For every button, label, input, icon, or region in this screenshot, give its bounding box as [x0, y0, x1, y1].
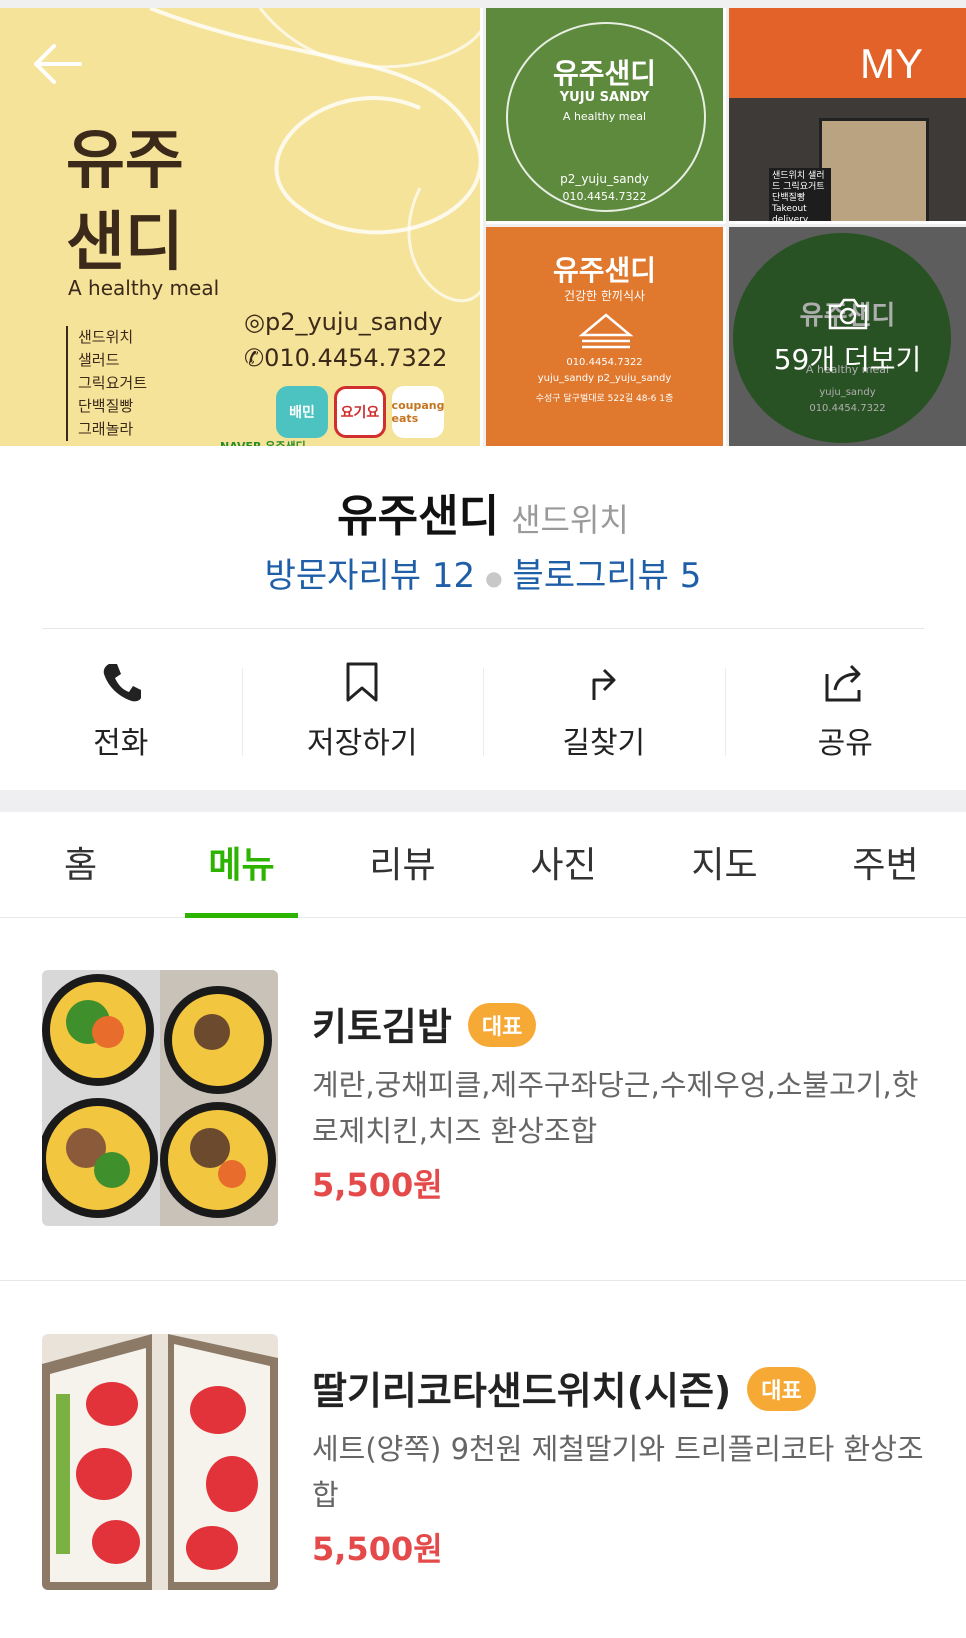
- menu-item-photo: [42, 1334, 278, 1590]
- main-photo-instagram: ◎p2_yuju_sandy: [244, 308, 443, 336]
- tile-subtitle: 건강한 한끼식사: [563, 289, 646, 303]
- menu-item-photo: [42, 970, 278, 1226]
- gallery-photo-storefront[interactable]: 샌드위치 샐러드 그릭요거트 단백질빵 Takeout delivery: [729, 8, 966, 224]
- menu-divider: [0, 1280, 966, 1281]
- share-button[interactable]: 공유: [724, 648, 966, 768]
- tab-review[interactable]: 리뷰: [322, 812, 483, 917]
- review-summary: 방문자리뷰 12 ● 블로그리뷰 5: [0, 548, 966, 597]
- call-label: 전화: [93, 726, 149, 761]
- yogiyo-icon: 요기요: [334, 386, 386, 438]
- phone-icon: [103, 664, 141, 702]
- storefront-awning: [729, 8, 966, 98]
- more-photos-button[interactable]: 59개 더보기: [729, 227, 966, 446]
- main-photo-phone: ✆010.4454.7322: [244, 344, 448, 372]
- storefront-door: [819, 118, 929, 221]
- place-title-row: 유주샌디 샌드위치: [0, 480, 966, 544]
- main-photo-tagline: A healthy meal: [68, 276, 220, 300]
- directions-icon: [592, 668, 616, 700]
- back-button[interactable]: [30, 40, 86, 88]
- my-button[interactable]: MY: [860, 40, 923, 88]
- delivery-apps: 배민 요기요 coupang eats: [276, 386, 444, 438]
- arrow-left-icon: [34, 44, 82, 84]
- tile-phone: 010.4454.7322: [566, 357, 643, 368]
- tile-address: 수성구 달구벌대로 522길 48-6 1층: [535, 394, 674, 404]
- tile-phone: 010.4454.7322: [562, 190, 647, 203]
- sandwich-icon: [578, 313, 634, 349]
- gallery-photo-3[interactable]: 유주샌디 건강한 한끼식사 010.4454.7322 yuju_sandy p…: [486, 227, 726, 446]
- directions-label: 길찾기: [562, 726, 646, 761]
- save-label: 저장하기: [307, 726, 418, 761]
- representative-badge: 대표: [467, 1002, 537, 1047]
- tile-sns: yuju_sandy p2_yuju_sandy: [537, 373, 672, 384]
- share-label: 공유: [817, 726, 873, 761]
- tile-logo: 유주샌디: [552, 254, 657, 287]
- directions-button[interactable]: 길찾기: [483, 648, 725, 768]
- separator-dot: ●: [485, 565, 503, 590]
- camera-icon: [828, 298, 867, 329]
- storefront-sign: 샌드위치 샐러드 그릭요거트 단백질빵 Takeout delivery: [769, 168, 831, 221]
- menu-item-price: 5,500원: [312, 1530, 443, 1568]
- coupang-eats-icon: coupang eats: [392, 386, 444, 438]
- photo-gallery[interactable]: 유주 샌디 A healthy meal 샌드위치 샐러드 그릭요거트 단백질빵…: [0, 0, 966, 446]
- strawberry-sandwich-image: [42, 1334, 278, 1590]
- tab-menu[interactable]: 메뉴: [161, 812, 322, 918]
- main-photo-title: 유주 샌디: [66, 124, 184, 280]
- place-name: 유주샌디: [337, 491, 500, 542]
- place-category: 샌드위치: [511, 501, 629, 539]
- action-bar: 전화 저장하기 길찾기 공유: [0, 648, 966, 768]
- menu-item-name: 딸기리코타샌드위치(시즌) 대표: [312, 1360, 816, 1416]
- tile-tagline: A healthy meal: [562, 110, 647, 123]
- section-gap: [0, 790, 966, 812]
- menu-item-name: 키토김밥 대표: [312, 996, 537, 1052]
- menu-item-description: 계란,궁채피클,제주구좌당근,수제우엉,소불고기,핫로제치킨,치즈 환상조합: [312, 1068, 919, 1148]
- share-icon: [825, 664, 861, 702]
- save-button[interactable]: 저장하기: [241, 648, 484, 768]
- tile-subtitle: YUJU SANDY: [559, 90, 650, 105]
- divider: [42, 628, 924, 629]
- tab-nearby[interactable]: 주변: [805, 812, 966, 917]
- tab-home[interactable]: 홈: [0, 812, 161, 917]
- tab-bar: 홈 메뉴 리뷰 사진 지도 주변: [0, 812, 966, 918]
- menu-item-price: 5,500원: [312, 1166, 443, 1204]
- kimbap-image: [42, 970, 278, 1226]
- tile-instagram: p2_yuju_sandy: [560, 172, 649, 186]
- naver-search-bar: NAVER 유주샌디: [220, 438, 306, 446]
- baemin-icon: 배민: [276, 386, 328, 438]
- tab-map[interactable]: 지도: [644, 812, 805, 917]
- bookmark-icon: [346, 662, 378, 702]
- tile-logo: 유주샌디: [552, 57, 657, 90]
- main-photo-menu-list: 샌드위치 샐러드 그릭요거트 단백질빵 그래놀라: [66, 326, 147, 441]
- menu-item-description: 세트(양쪽) 9천원 제철딸기와 트리플리코타 환상조합: [312, 1432, 924, 1512]
- more-photos-label: 59개 더보기: [773, 342, 922, 376]
- visitor-review-link[interactable]: 방문자리뷰 12: [265, 556, 475, 596]
- tab-photo[interactable]: 사진: [483, 812, 644, 917]
- call-button[interactable]: 전화: [0, 648, 242, 768]
- blog-review-link[interactable]: 블로그리뷰 5: [513, 556, 702, 596]
- representative-badge: 대표: [747, 1366, 816, 1411]
- gallery-photo-2[interactable]: 유주샌디 YUJU SANDY A healthy meal p2_yuju_s…: [486, 8, 726, 224]
